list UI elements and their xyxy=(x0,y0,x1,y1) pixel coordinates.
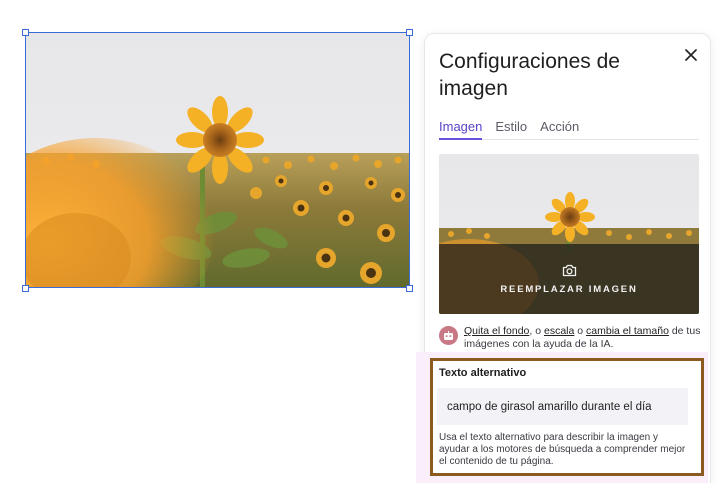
resize-handle-bottom-right[interactable] xyxy=(406,285,413,292)
resize-link[interactable]: cambia el tamaño xyxy=(586,325,669,337)
tab-estilo[interactable]: Estilo xyxy=(495,120,527,140)
close-icon xyxy=(685,49,697,61)
replace-image-label: REEMPLAZAR IMAGEN xyxy=(500,283,638,295)
remove-background-link[interactable]: Quita el fondo xyxy=(464,325,529,337)
scale-link[interactable]: escala xyxy=(544,325,574,337)
ai-tools-hint: Quita el fondo, o escala o cambia el tam… xyxy=(439,325,704,353)
ai-hint-text: Quita el fondo, o escala o cambia el tam… xyxy=(464,325,704,350)
panel-title: Configuraciones de imagen xyxy=(439,50,620,100)
sunflower-field-photo xyxy=(26,33,409,287)
tab-imagen[interactable]: Imagen xyxy=(439,120,483,140)
ai-hint-separator: , o xyxy=(529,325,544,337)
alt-text-input[interactable] xyxy=(437,388,688,425)
resize-handle-bottom-left[interactable] xyxy=(22,285,29,292)
alt-text-section: Texto alternativo Usa el texto alternati… xyxy=(430,358,704,476)
image-preview: REEMPLAZAR IMAGEN xyxy=(439,154,699,314)
alt-text-heading: Texto alternativo xyxy=(439,367,527,379)
canvas-sunflower-image[interactable] xyxy=(25,32,410,288)
resize-handle-top-left[interactable] xyxy=(22,29,29,36)
tab-accion[interactable]: Acción xyxy=(540,120,579,140)
robot-icon xyxy=(439,326,458,345)
resize-handle-top-right[interactable] xyxy=(406,29,413,36)
close-button[interactable] xyxy=(682,46,700,64)
alt-text-help: Usa el texto alternativo para describir … xyxy=(439,432,686,467)
settings-tabs: Imagen Estilo Acción xyxy=(439,120,699,140)
camera-icon xyxy=(562,264,576,276)
ai-hint-separator: o xyxy=(574,325,587,337)
replace-image-button[interactable]: REEMPLAZAR IMAGEN xyxy=(439,244,699,314)
